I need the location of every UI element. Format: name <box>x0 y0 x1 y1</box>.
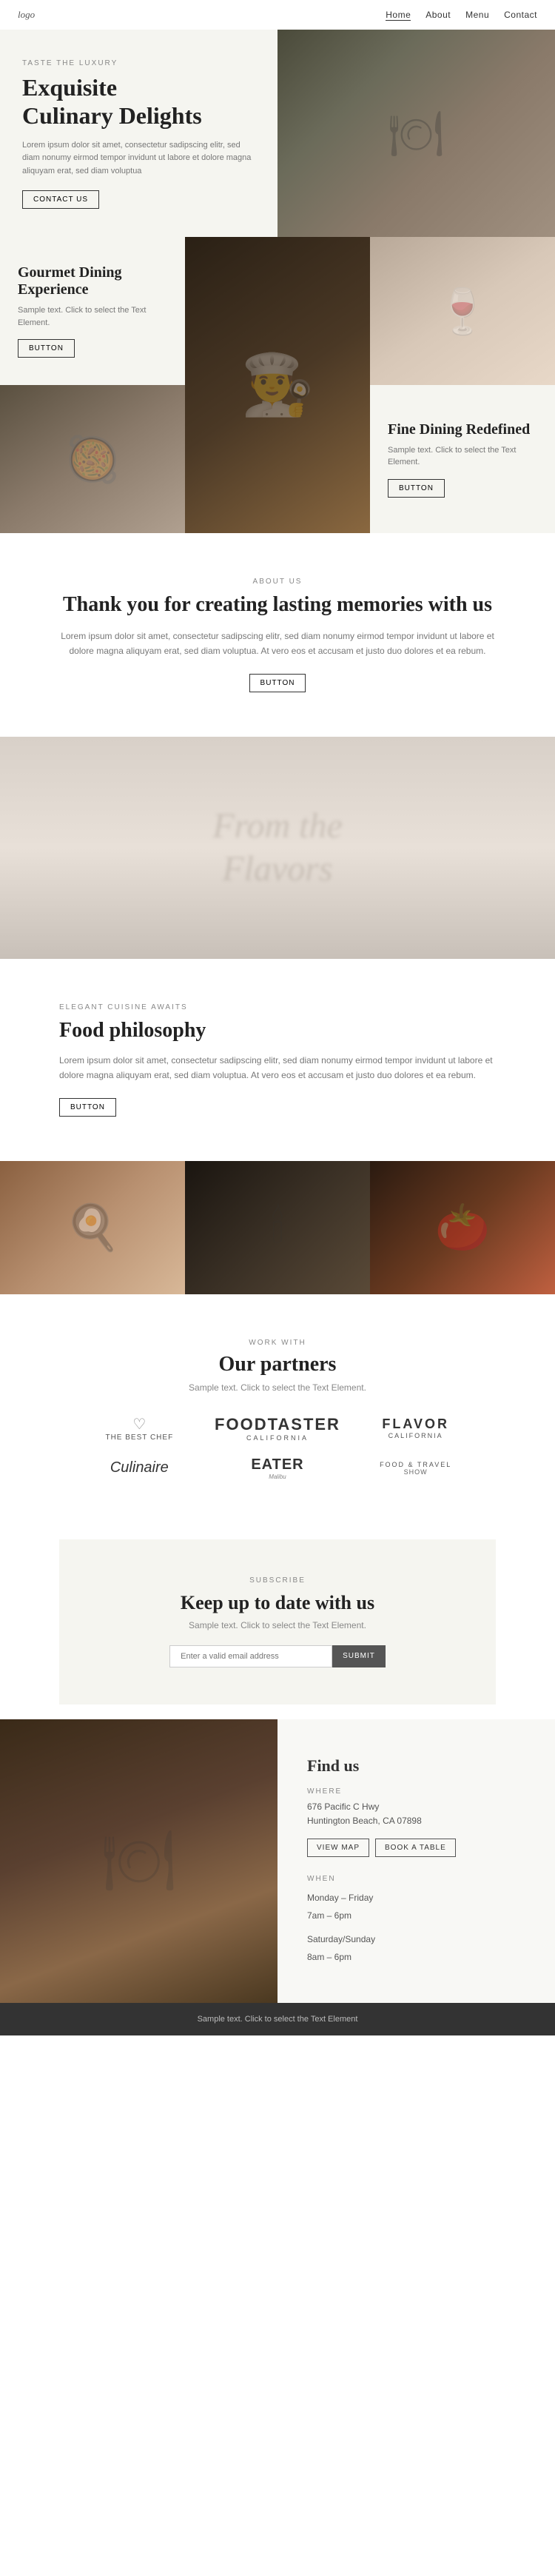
map-table-buttons: VIEW MAP BOOK A TABLE <box>307 1839 525 1857</box>
food-image-1: 🍳 <box>0 1161 185 1294</box>
nav-links: Home About Menu Contact <box>386 10 537 21</box>
food-visual-4: 🍳 <box>0 1161 185 1294</box>
mosaic-finedining-heading: Fine Dining Redefined <box>388 421 537 438</box>
three-food-images: 🍳 🕯 🍅 <box>0 1161 555 1294</box>
mosaic-gourmet-heading: Gourmet Dining Experience <box>18 264 167 298</box>
partners-sub: Sample text. Click to select the Text El… <box>30 1382 525 1393</box>
food-visual-5: 🕯 <box>185 1161 370 1294</box>
food-image-2: 🕯 <box>185 1161 370 1294</box>
hero-image-inner: 🍽 <box>278 30 555 238</box>
food-image-3: 🍅 <box>370 1161 555 1294</box>
hero-cta-button[interactable]: CONTACT US <box>22 190 99 209</box>
partner-culinaire: Culinaire <box>110 1459 169 1476</box>
eater-main: EATER <box>251 1456 303 1473</box>
mosaic-gourmet-body: Sample text. Click to select the Text El… <box>18 304 167 329</box>
find-us-image: 🍽 <box>0 1719 278 2003</box>
flavor-main: FLAVOR <box>382 1416 449 1432</box>
nav-about[interactable]: About <box>426 10 451 21</box>
subscribe-submit-button[interactable]: SUBMIT <box>332 1645 386 1667</box>
hero-taste-label: TASTE THE LUXURY <box>22 59 255 67</box>
subscribe-wrapper: SUBSCRIBE Keep up to date with us Sample… <box>0 1539 555 1704</box>
find-us-where-label: WHERE <box>307 1787 525 1796</box>
about-button[interactable]: BUTTON <box>249 674 306 692</box>
subscribe-label: SUBSCRIBE <box>104 1576 451 1585</box>
philosophy-heading: Food philosophy <box>59 1019 496 1043</box>
foodtaster-main: FOODTASTER <box>215 1415 340 1434</box>
footer-text: Sample text. Click to select the Text El… <box>22 2015 533 2024</box>
about-body: Lorem ipsum dolor sit amet, consectetur … <box>59 629 496 659</box>
logo: logo <box>18 9 35 21</box>
hero-image: 🍽 <box>278 30 555 238</box>
about-heading: Thank you for creating lasting memories … <box>59 593 496 617</box>
chef-visual: 👨‍🍳 <box>185 237 370 533</box>
navbar: logo Home About Menu Contact <box>0 0 555 30</box>
subscribe-sub: Sample text. Click to select the Text El… <box>104 1620 451 1630</box>
subscribe-email-input[interactable] <box>169 1645 332 1667</box>
bestchef-heart-icon: ♡ <box>132 1415 146 1433</box>
blur-section: From the Flavors <box>0 737 555 959</box>
partners-section: WORK WITH Our partners Sample text. Clic… <box>0 1294 555 1525</box>
foodtaster-sub: CALIFORNIA <box>246 1434 309 1442</box>
flavor-sub: CALIFORNIA <box>388 1432 443 1439</box>
partners-label: WORK WITH <box>30 1339 525 1347</box>
mosaic-finedining-button[interactable]: BUTTON <box>388 479 445 498</box>
mosaic-cell-gourmet: Gourmet Dining Experience Sample text. C… <box>0 237 185 385</box>
footer: Sample text. Click to select the Text El… <box>0 2003 555 2035</box>
foodtravel-top: FOOD & TRAVEL <box>380 1461 451 1468</box>
food-visual-3: 🥘 <box>0 385 185 533</box>
nav-menu[interactable]: Menu <box>465 10 489 21</box>
partner-flavor: FLAVOR CALIFORNIA <box>382 1416 449 1439</box>
book-table-button[interactable]: BOOK A TABLE <box>375 1839 456 1857</box>
foodtravel-bot: SHOW <box>404 1468 428 1476</box>
subscribe-heading: Keep up to date with us <box>104 1592 451 1614</box>
view-map-button[interactable]: VIEW MAP <box>307 1839 369 1857</box>
mosaic-cell-fine-dining: Fine Dining Redefined Sample text. Click… <box>370 385 555 533</box>
subscribe-form: SUBMIT <box>104 1645 451 1667</box>
philosophy-section: ELEGANT CUISINE AWAITS Food philosophy L… <box>0 959 555 1161</box>
partners-heading: Our partners <box>30 1353 525 1376</box>
hero-food-image: 🍽 <box>278 30 555 238</box>
find-us-section: 🍽 Find us WHERE 676 Pacific C Hwy Huntin… <box>0 1719 555 2003</box>
hero-body: Lorem ipsum dolor sit amet, consectetur … <box>22 139 255 178</box>
subscribe-section: SUBSCRIBE Keep up to date with us Sample… <box>59 1539 496 1704</box>
find-us-address: 676 Pacific C Hwy Huntington Beach, CA 0… <box>307 1800 525 1828</box>
hero-section: TASTE THE LUXURY Exquisite Culinary Deli… <box>0 30 555 237</box>
find-us-hours: Monday – Friday 7am – 6pm Saturday/Sunda… <box>307 1889 525 1966</box>
philosophy-label: ELEGANT CUISINE AWAITS <box>59 1003 496 1011</box>
find-us-when-label: WHEN <box>307 1875 525 1883</box>
nav-home[interactable]: Home <box>386 10 411 21</box>
about-label: ABOUT US <box>59 578 496 586</box>
food-visual-2: 🍷 <box>370 237 555 385</box>
mosaic-gourmet-button[interactable]: BUTTON <box>18 339 75 358</box>
nav-contact[interactable]: Contact <box>504 10 537 21</box>
hero-text: TASTE THE LUXURY Exquisite Culinary Deli… <box>0 30 278 238</box>
partner-foodtaster: FOODTASTER CALIFORNIA <box>215 1415 340 1442</box>
mosaic-food-top-right: 🍷 <box>370 237 555 385</box>
find-us-info: Find us WHERE 676 Pacific C Hwy Huntingt… <box>278 1719 555 2003</box>
partner-bestchef: ♡ THE BEST CHEF <box>105 1415 173 1442</box>
mosaic-food-bottom-left: 🥘 <box>0 385 185 533</box>
partner-logos-grid: ♡ THE BEST CHEF FOODTASTER CALIFORNIA FL… <box>74 1415 481 1480</box>
partner-foodtravel: FOOD & TRAVEL SHOW <box>380 1461 451 1476</box>
culinaire-main: Culinaire <box>110 1459 169 1476</box>
eater-sub: Malibu <box>269 1473 286 1480</box>
mosaic-grid: Gourmet Dining Experience Sample text. C… <box>0 237 555 533</box>
hero-heading: Exquisite Culinary Delights <box>22 73 255 130</box>
blur-text: From the Flavors <box>212 805 343 890</box>
mosaic-finedining-body: Sample text. Click to select the Text El… <box>388 444 537 469</box>
philosophy-button[interactable]: BUTTON <box>59 1098 116 1117</box>
about-section: ABOUT US Thank you for creating lasting … <box>0 533 555 737</box>
partner-eater: EATER Malibu <box>251 1456 303 1480</box>
find-us-heading: Find us <box>307 1756 525 1776</box>
food-visual-6: 🍅 <box>370 1161 555 1294</box>
restaurant-visual: 🍽 <box>0 1719 278 2003</box>
find-us-image-inner: 🍽 <box>0 1719 278 2003</box>
mosaic-chef-image: 👨‍🍳 <box>185 237 370 533</box>
philosophy-body: Lorem ipsum dolor sit amet, consectetur … <box>59 1053 496 1083</box>
